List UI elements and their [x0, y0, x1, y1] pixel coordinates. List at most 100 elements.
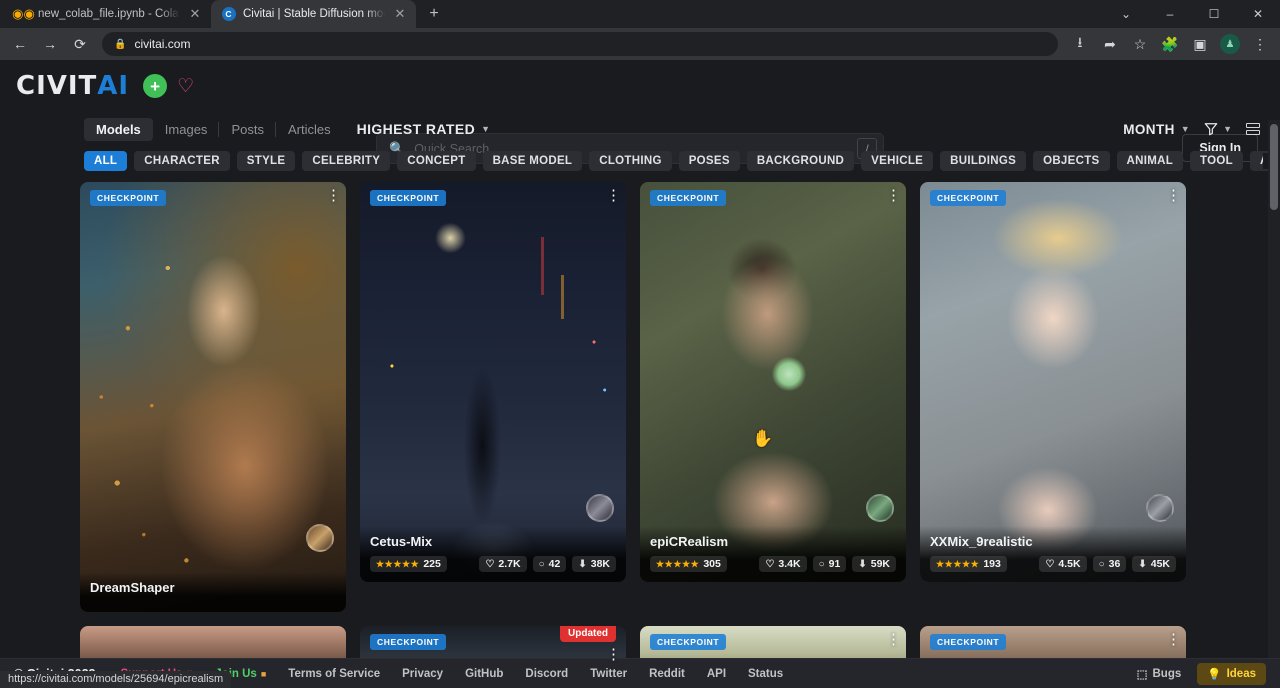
tab-images[interactable]: Images	[153, 118, 220, 141]
category-pills[interactable]: ALL CHARACTER STYLE CELEBRITY CONCEPT BA…	[0, 146, 1280, 178]
card-menu-icon[interactable]: ⋮	[606, 191, 616, 200]
close-window-button[interactable]: ✕	[1236, 0, 1280, 28]
back-icon[interactable]: ←	[6, 30, 34, 58]
civitai-logo[interactable]: CIVITAI	[16, 71, 129, 101]
tab-posts[interactable]: Posts	[219, 118, 276, 141]
footer-link-terms[interactable]: Terms of Service	[277, 668, 391, 680]
model-type-badge: CHECKPOINT	[370, 634, 446, 650]
bug-icon: ⬚	[1137, 667, 1148, 681]
footer-link-api[interactable]: API	[696, 668, 737, 680]
reload-icon[interactable]: ⟳	[66, 30, 94, 58]
likes-stat: ♡ 2.7K	[479, 556, 526, 572]
pill-poses[interactable]: POSES	[679, 151, 740, 171]
chrome-menu-icon[interactable]: ⋮	[1246, 30, 1274, 58]
page-scrollbar[interactable]: ▼	[1268, 120, 1280, 688]
ideas-button[interactable]: 💡 Ideas	[1197, 663, 1266, 685]
tab-search-chevron-icon[interactable]: ⌄	[1104, 0, 1148, 28]
sort-dropdown[interactable]: HIGHEST RATED ▼	[357, 121, 491, 137]
forward-icon[interactable]: →	[36, 30, 64, 58]
comments-stat: ○ 42	[533, 556, 567, 572]
model-name: DreamShaper	[90, 580, 336, 595]
extensions-puzzle-icon[interactable]: 🧩	[1156, 30, 1184, 58]
site-header: CIVITAI + ♡	[0, 60, 1280, 112]
model-thumbnail	[920, 182, 1186, 582]
model-card[interactable]: CHECKPOINT ⋮ Cetus-Mix ★★★★★ 225 ♡ 2.7K	[360, 182, 626, 582]
rating-count: 305	[703, 558, 721, 570]
rating-stat: ★★★★★ 193	[930, 556, 1007, 572]
model-type-badge: CHECKPOINT	[90, 190, 166, 206]
pill-clothing[interactable]: CLOTHING	[589, 151, 671, 171]
footer-link-status[interactable]: Status	[737, 668, 794, 680]
pill-background[interactable]: BACKGROUND	[747, 151, 854, 171]
toolbar-right-icons: ⭳ ➦ ☆ 🧩 ▣ ♟ ⋮	[1066, 30, 1274, 58]
card-menu-icon[interactable]: ⋮	[1166, 191, 1176, 200]
chevron-down-icon: ▼	[1181, 124, 1190, 134]
pill-buildings[interactable]: BUILDINGS	[940, 151, 1026, 171]
likes-stat: ♡ 4.5K	[1039, 556, 1086, 572]
footer-link-reddit[interactable]: Reddit	[638, 668, 696, 680]
footer-right-buttons: ⬚ Bugs 💡 Ideas	[1129, 663, 1266, 685]
model-card[interactable]: CHECKPOINT ⋮ DreamShaper	[80, 182, 346, 612]
pill-base-model[interactable]: BASE MODEL	[483, 151, 583, 171]
period-dropdown[interactable]: MONTH ▼	[1123, 122, 1190, 137]
model-name: Cetus-Mix	[370, 534, 616, 549]
model-type-badge: CHECKPOINT	[370, 190, 446, 206]
footer-link-privacy[interactable]: Privacy	[391, 668, 454, 680]
likes-stat: ♡ 3.4K	[759, 556, 806, 572]
close-icon[interactable]: ✕	[392, 6, 408, 22]
share-icon[interactable]: ➦	[1096, 30, 1124, 58]
model-type-badge: CHECKPOINT	[650, 634, 726, 650]
creator-avatar[interactable]	[1146, 494, 1174, 522]
pill-character[interactable]: CHARACTER	[134, 151, 230, 171]
model-thumbnail	[80, 182, 346, 612]
colab-icon: ◉◉	[16, 7, 31, 22]
pill-tool[interactable]: TOOL	[1190, 151, 1243, 171]
filter-button[interactable]: ▼	[1204, 122, 1232, 136]
address-bar[interactable]: 🔒 civitai.com	[102, 32, 1058, 56]
nav-row: Models Images Posts Articles HIGHEST RAT…	[0, 112, 1280, 146]
model-card[interactable]: CHECKPOINT ⋮ XXMix_9realistic ★★★★★ 193 …	[920, 182, 1186, 582]
card-menu-icon[interactable]: ⋮	[326, 191, 336, 200]
pill-all[interactable]: ALL	[84, 151, 127, 171]
creator-avatar[interactable]	[306, 524, 334, 552]
creator-avatar[interactable]	[586, 494, 614, 522]
tab-models[interactable]: Models	[84, 118, 153, 141]
star-icon: ★★★★★	[936, 559, 979, 570]
create-button[interactable]: +	[143, 74, 167, 98]
browser-tab-civitai[interactable]: C Civitai | Stable Diffusion models, ✕	[211, 0, 416, 28]
layout-toggle-icon[interactable]	[1246, 123, 1260, 135]
logo-text-ai: AI	[97, 71, 129, 101]
download-icon: ⬇	[578, 559, 586, 570]
install-icon[interactable]: ⭳	[1066, 30, 1094, 58]
model-card[interactable]: CHECKPOINT ⋮ epiCRealism ★★★★★ 305 ♡ 3.4…	[640, 182, 906, 582]
maximize-button[interactable]: ☐	[1192, 0, 1236, 28]
card-menu-icon[interactable]: ⋮	[606, 650, 616, 659]
pill-concept[interactable]: CONCEPT	[397, 151, 475, 171]
card-menu-icon[interactable]: ⋮	[886, 191, 896, 200]
pill-animal[interactable]: ANIMAL	[1117, 151, 1184, 171]
card-menu-icon[interactable]: ⋮	[886, 635, 896, 644]
period-value: MONTH	[1123, 122, 1175, 137]
creator-avatar[interactable]	[866, 494, 894, 522]
browser-tab-colab[interactable]: ◉◉ new_colab_file.ipynb - Colaboratory ✕	[6, 0, 211, 28]
side-panel-icon[interactable]: ▣	[1186, 30, 1214, 58]
footer-link-discord[interactable]: Discord	[514, 668, 579, 680]
pill-style[interactable]: STYLE	[237, 151, 296, 171]
model-stats: ★★★★★ 193 ♡ 4.5K ○ 36 ⬇	[930, 556, 1176, 572]
footer-link-twitter[interactable]: Twitter	[579, 668, 638, 680]
tab-articles[interactable]: Articles	[276, 118, 343, 141]
profile-avatar[interactable]: ♟	[1216, 30, 1244, 58]
pill-celebrity[interactable]: CELEBRITY	[302, 151, 390, 171]
scrollbar-thumb[interactable]	[1270, 124, 1278, 210]
footer-link-github[interactable]: GitHub	[454, 668, 514, 680]
minimize-button[interactable]: –	[1148, 0, 1192, 28]
bugs-button[interactable]: ⬚ Bugs	[1129, 664, 1190, 684]
close-icon[interactable]: ✕	[187, 6, 203, 22]
pill-objects[interactable]: OBJECTS	[1033, 151, 1109, 171]
lock-icon: 🔒	[114, 39, 126, 50]
card-menu-icon[interactable]: ⋮	[1166, 635, 1176, 644]
pill-vehicle[interactable]: VEHICLE	[861, 151, 933, 171]
bookmark-star-icon[interactable]: ☆	[1126, 30, 1154, 58]
heart-icon[interactable]: ♡	[177, 77, 194, 96]
new-tab-button[interactable]: +	[420, 0, 448, 28]
